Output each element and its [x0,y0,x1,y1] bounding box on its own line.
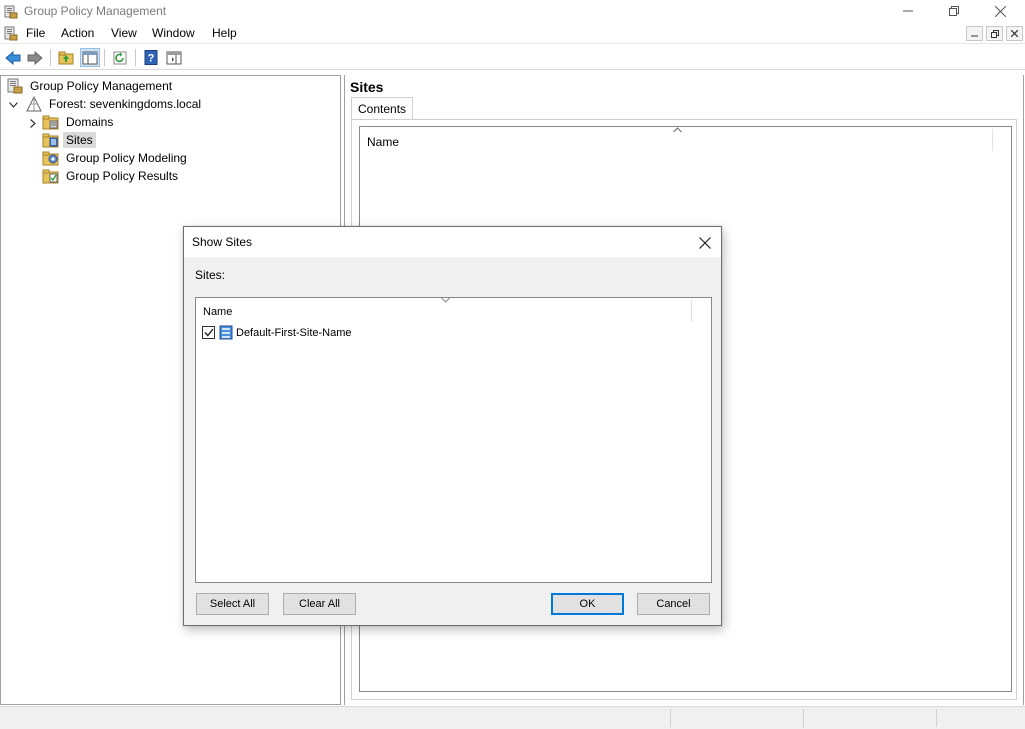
tree-item-group-policy-results[interactable]: Group Policy Results [42,167,181,185]
document-icon[interactable] [4,26,18,41]
forward-arrow-icon [27,50,43,65]
tree-item-label: Group Policy Management [30,79,173,93]
checkmark-icon [203,328,214,337]
menu-help[interactable]: Help [211,26,238,40]
site-name: Default-First-Site-Name [236,326,352,339]
show-hide-console-tree-button[interactable] [80,48,100,67]
window-title-bar: Group Policy Management [0,0,1025,23]
tree-item-label: Forest: sevenkingdoms.local [49,97,202,111]
close-button[interactable] [977,0,1023,22]
menu-file[interactable]: File [25,26,46,40]
svg-text:?: ? [148,53,155,65]
domains-folder-icon [42,115,59,130]
toolbar-separator [104,49,105,66]
column-divider[interactable] [992,129,993,151]
tree-item-label: Group Policy Modeling [66,151,187,165]
site-icon [219,325,233,340]
menu-action[interactable]: Action [60,26,95,40]
gpm-app-icon [4,5,18,19]
sites-label: Sites: [195,268,226,282]
refresh-button[interactable] [110,48,130,67]
list-item[interactable]: Default-First-Site-Name [202,324,352,341]
help-icon: ? [144,50,158,65]
sort-ascending-icon [673,125,682,135]
tree-item-label: Group Policy Results [66,169,179,183]
menu-view[interactable]: View [110,26,138,40]
restore-icon [949,6,959,16]
mdi-restore-button[interactable] [986,26,1003,41]
minimize-icon [903,10,913,12]
mdi-close-button[interactable] [1006,26,1023,41]
tree-item-sites[interactable]: Sites [42,131,96,149]
up-folder-icon [58,51,74,64]
site-checkbox[interactable] [202,326,215,339]
minimize-icon [971,35,978,37]
tree-item-label: Domains [66,115,114,129]
results-icon [42,169,59,184]
column-header-label: Name [367,135,400,149]
column-divider[interactable] [691,300,692,322]
dialog-title: Show Sites [192,235,253,249]
tree-item-label: Sites [63,132,96,148]
show-hide-tree-icon [82,51,98,64]
restore-button[interactable] [931,0,977,22]
pane-heading: Sites [350,79,384,95]
clear-all-button[interactable]: Clear All [283,593,356,615]
cancel-button[interactable]: Cancel [637,593,710,615]
tree-item-group-policy-modeling[interactable]: Group Policy Modeling [42,149,190,167]
sort-descending-icon [441,295,450,305]
back-arrow-icon [5,50,21,65]
menu-window[interactable]: Window [151,26,196,40]
help-button[interactable]: ? [141,48,161,67]
collapse-chevron-icon[interactable] [8,100,18,110]
column-header-name[interactable]: Name [360,127,993,154]
forest-icon [26,96,42,112]
window-title: Group Policy Management [24,4,167,18]
show-sites-dialog: Show Sites Sites: Name Default-First-Sit… [183,226,722,626]
up-one-level-button[interactable] [56,48,76,67]
toolbar: ? [0,45,1025,70]
menu-bar: File Action View Window Help [0,23,1025,44]
select-all-button[interactable]: Select All [196,593,269,615]
show-hide-action-pane-button[interactable] [164,48,184,67]
tab-contents[interactable]: Contents [351,97,414,119]
dialog-title-bar[interactable]: Show Sites [184,227,721,257]
close-icon [1011,30,1018,37]
column-header-name[interactable]: Name [196,295,692,324]
dialog-close-button[interactable] [690,232,720,254]
column-header-label: Name [203,306,233,318]
tree-item-root[interactable]: Group Policy Management [6,77,175,95]
status-segment [670,709,671,727]
toolbar-separator [135,49,136,66]
forward-button[interactable] [25,48,45,67]
tree-item-forest[interactable]: Forest: sevenkingdoms.local [25,95,204,113]
mdi-minimize-button[interactable] [966,26,983,41]
sites-checklist[interactable]: Name Default-First-Site-Name [195,297,712,583]
close-icon [699,237,711,249]
sites-folder-icon [42,133,59,148]
status-segment [936,709,937,727]
toolbar-separator [50,49,51,66]
expand-chevron-icon[interactable] [28,118,38,128]
status-segment [803,709,804,727]
action-pane-icon [166,51,182,64]
close-icon [994,5,1006,17]
modeling-icon [42,151,59,166]
ok-button[interactable]: OK [551,593,624,615]
minimize-button[interactable] [885,0,931,22]
restore-icon [990,29,999,38]
tree-item-domains[interactable]: Domains [42,113,116,131]
refresh-icon [113,51,127,64]
gpm-root-icon [7,78,23,94]
status-bar [0,706,1025,729]
back-button[interactable] [3,48,23,67]
